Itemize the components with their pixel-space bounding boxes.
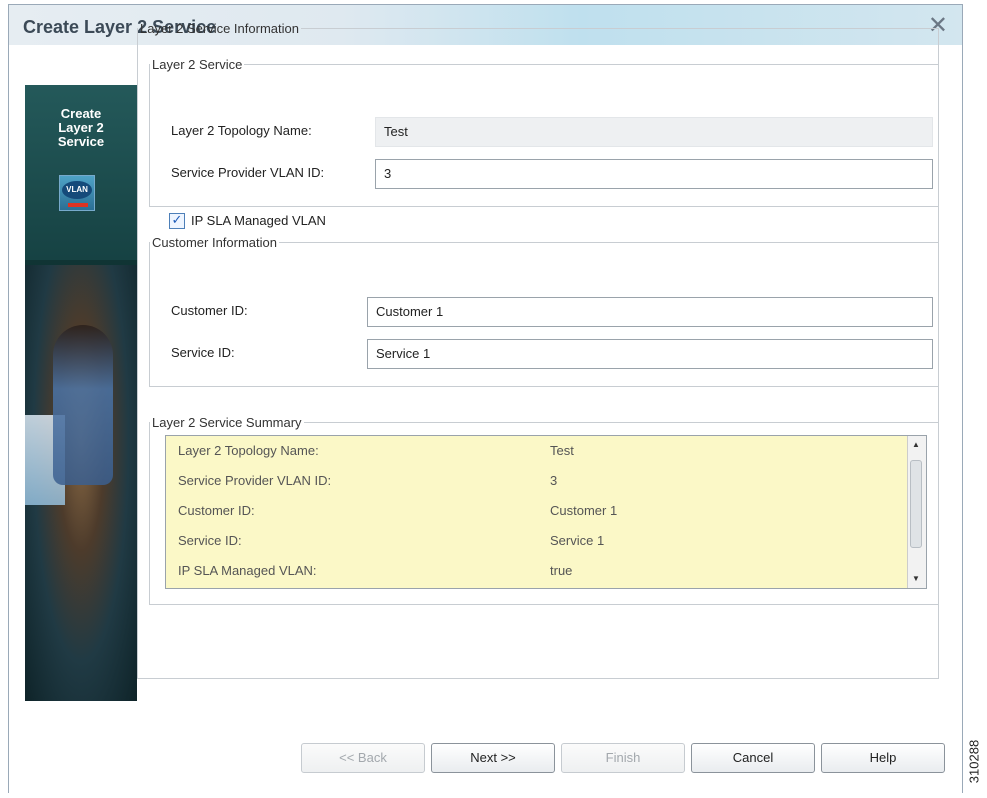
cancel-button[interactable]: Cancel	[691, 743, 815, 773]
service-id-label: Service ID:	[171, 345, 235, 360]
vlan-icon: VLAN	[59, 175, 95, 211]
wizard-banner: Create Layer 2 Service VLAN	[25, 85, 137, 260]
wizard-title-line-2: Layer 2	[58, 120, 104, 135]
service-summary-list[interactable]: Layer 2 Topology Name: Test Service Prov…	[165, 435, 927, 589]
figure-id-text: 310288	[966, 739, 982, 784]
scroll-down-icon[interactable]: ▼	[910, 572, 922, 586]
wizard-title-line-1: Create	[60, 106, 102, 121]
ip-sla-checkbox[interactable]: ✓	[169, 213, 185, 229]
back-button[interactable]: << Back	[301, 743, 425, 773]
summary-value: 3	[550, 473, 558, 488]
summary-value: true	[550, 563, 573, 578]
help-button[interactable]: Help	[821, 743, 945, 773]
summary-value: Test	[550, 443, 574, 458]
scroll-thumb[interactable]	[910, 460, 922, 548]
topology-name-label: Layer 2 Topology Name:	[171, 123, 312, 138]
summary-scrollbar[interactable]: ▲ ▼	[907, 436, 926, 588]
summary-key: Customer ID:	[178, 503, 255, 518]
finish-button[interactable]: Finish	[561, 743, 685, 773]
vlan-id-label: Service Provider VLAN ID:	[171, 165, 325, 180]
wizard-side-panel: Create Layer 2 Service VLAN	[25, 85, 137, 701]
summary-row: IP SLA Managed VLAN: true	[166, 556, 906, 586]
customer-information-legend: Customer Information	[152, 235, 277, 250]
service-summary-legend: Layer 2 Service Summary	[152, 415, 302, 430]
customer-id-label: Customer ID:	[171, 303, 248, 318]
summary-row: Customer ID: Customer 1	[166, 496, 906, 526]
vlan-id-input[interactable]: 3	[375, 159, 933, 189]
person-image	[53, 325, 113, 485]
wizard-title-line-3: Service	[57, 134, 105, 149]
figure-id: 310288	[966, 732, 982, 792]
vlan-icon-label: VLAN	[62, 181, 92, 199]
layer2-service-legend: Layer 2 Service	[152, 57, 243, 72]
summary-value: Customer 1	[550, 503, 618, 518]
service-id-input[interactable]: Service 1	[367, 339, 933, 369]
scroll-up-icon[interactable]: ▲	[910, 438, 922, 452]
customer-id-input[interactable]: Customer 1	[367, 297, 933, 327]
summary-key: Service ID:	[178, 533, 242, 548]
summary-value: Service 1	[550, 533, 605, 548]
topology-name-field: Test	[375, 117, 933, 147]
next-button[interactable]: Next >>	[431, 743, 555, 773]
operator-photo	[25, 265, 137, 701]
create-layer2-service-dialog: Create Layer 2 Service ✕ Create Layer 2 …	[8, 4, 963, 793]
summary-row: Layer 2 Topology Name: Test	[166, 436, 906, 466]
ip-sla-label: IP SLA Managed VLAN	[191, 213, 326, 228]
service-information-legend: Layer 2 Service Information	[140, 21, 299, 36]
summary-key: IP SLA Managed VLAN:	[178, 563, 317, 578]
summary-row: Service ID: Service 1	[166, 526, 906, 556]
wizard-banner-title: Create Layer 2 Service	[25, 107, 137, 149]
summary-key: Service Provider VLAN ID:	[178, 473, 332, 488]
summary-row: Service Provider VLAN ID: 3	[166, 466, 906, 496]
summary-key: Layer 2 Topology Name:	[178, 443, 319, 458]
